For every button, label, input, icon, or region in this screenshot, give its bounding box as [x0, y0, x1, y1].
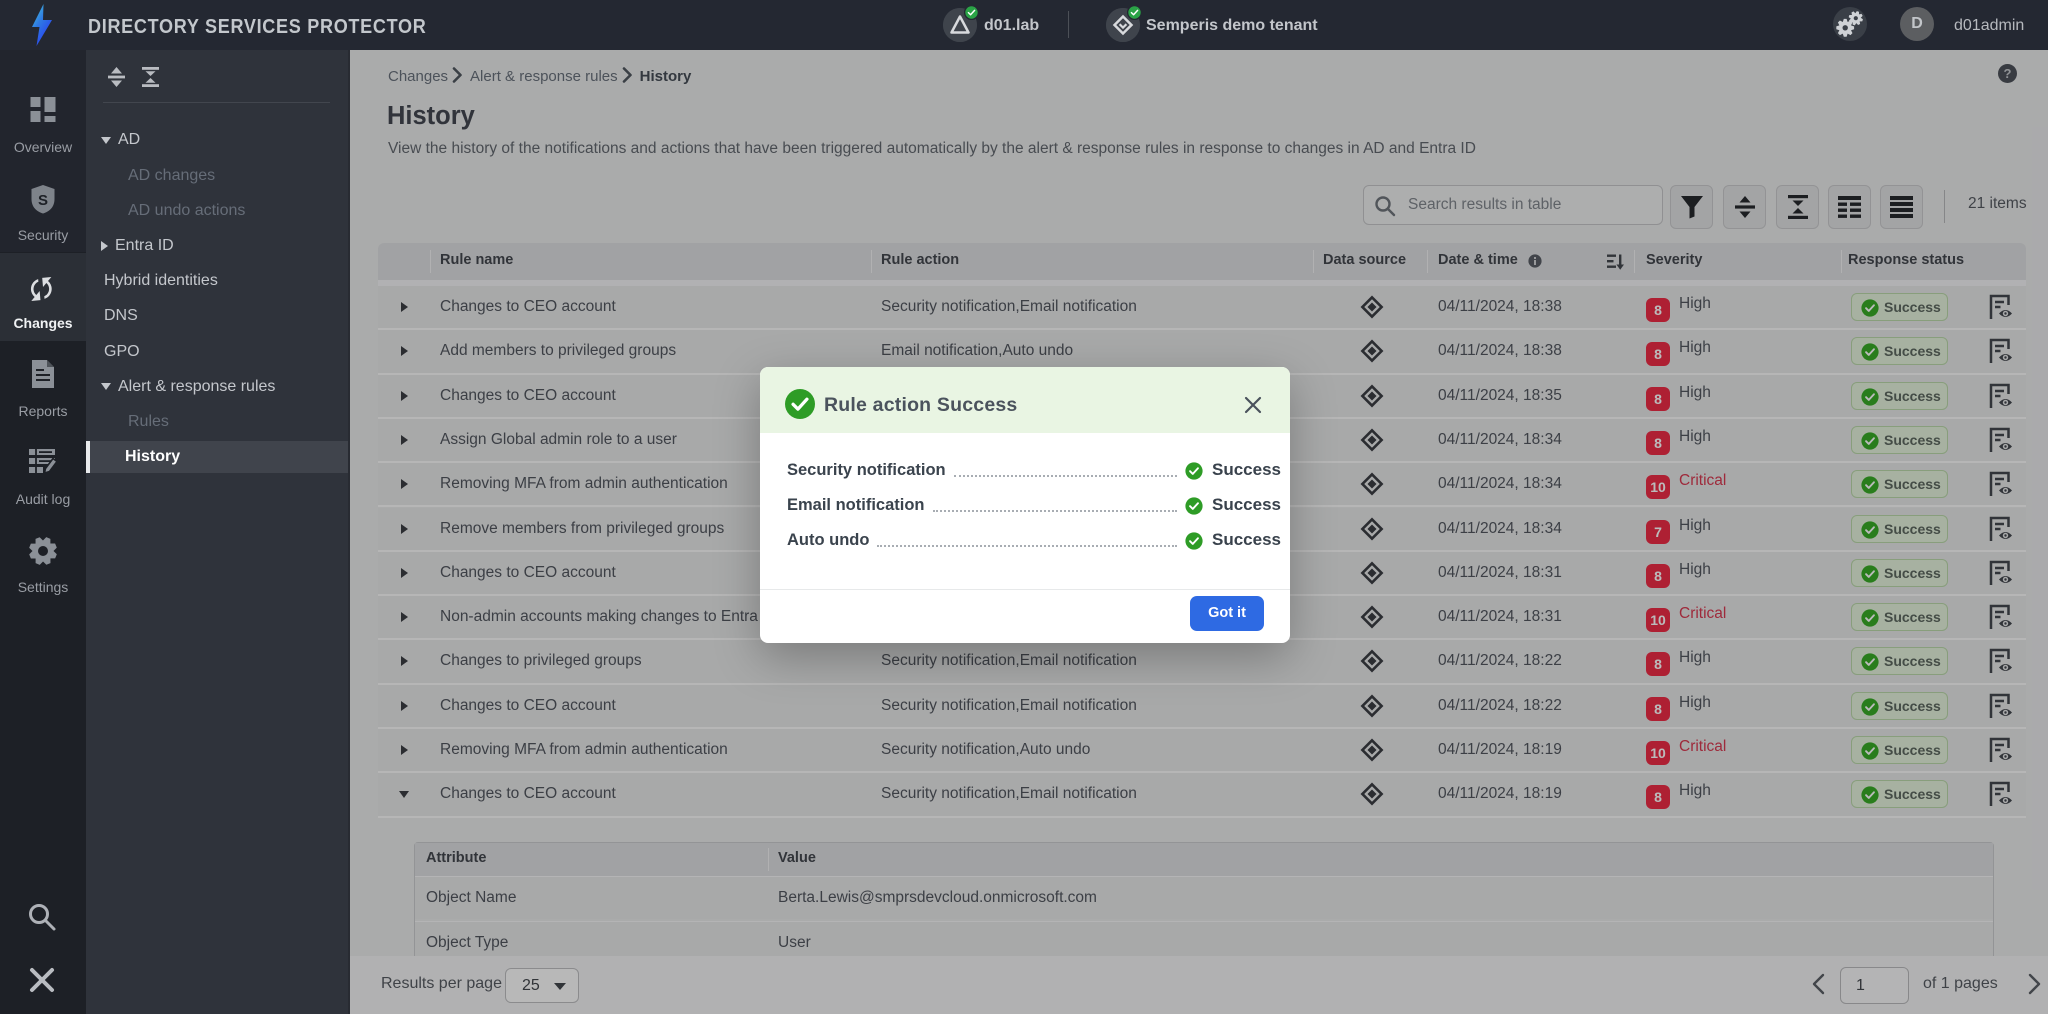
svg-text:S: S — [38, 192, 48, 209]
